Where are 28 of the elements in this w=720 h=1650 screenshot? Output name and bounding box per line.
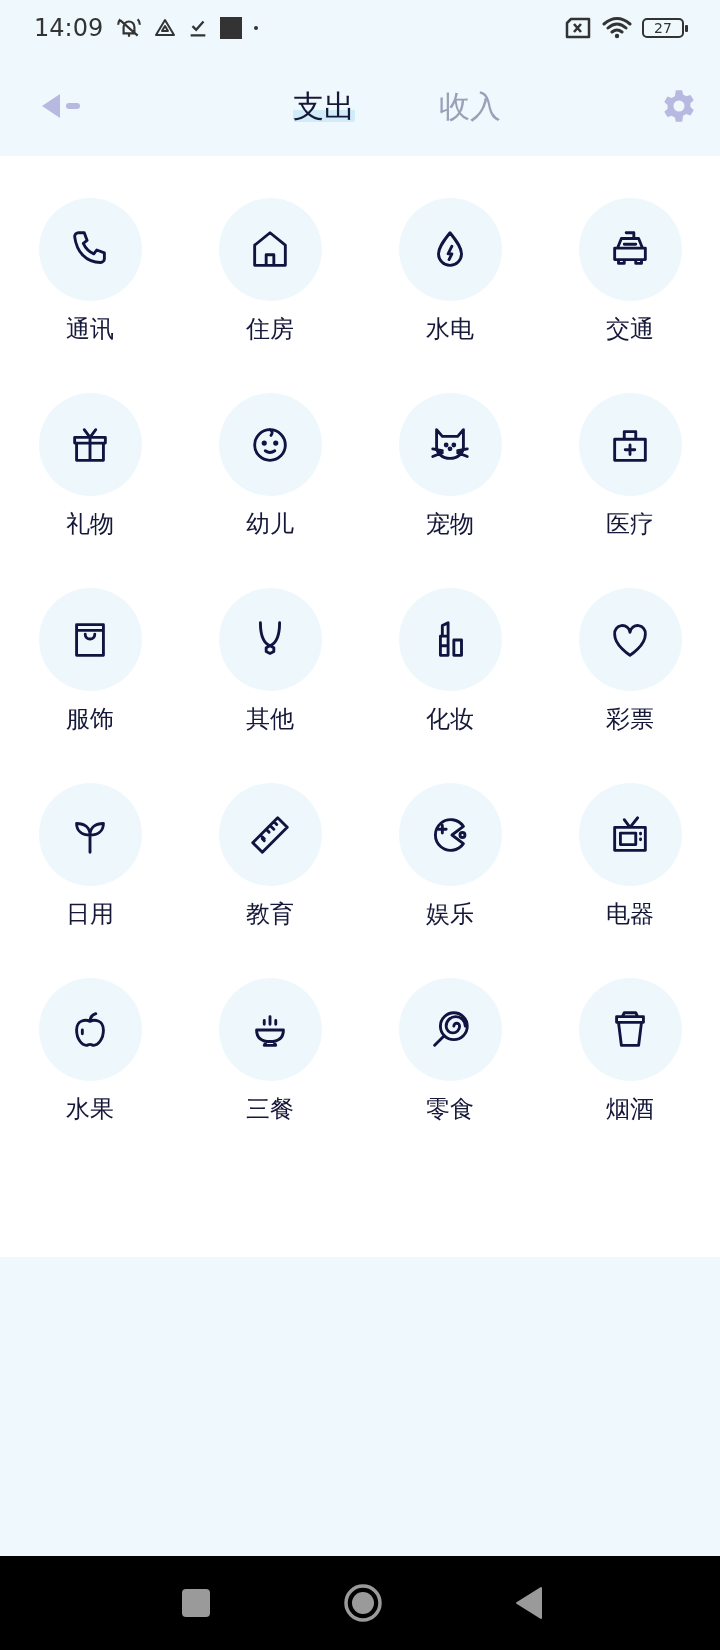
category-label: 日用: [66, 899, 114, 929]
category-label: 医疗: [606, 509, 654, 539]
category-label: 烟酒: [606, 1094, 654, 1124]
category-label: 彩票: [606, 704, 654, 734]
category-label: 化妆: [426, 704, 474, 734]
category-label: 教育: [246, 899, 294, 929]
category-label: 三餐: [246, 1094, 294, 1124]
category-label: 娱乐: [426, 899, 474, 929]
clock-time: 14:09: [34, 13, 104, 42]
category-label: 交通: [606, 314, 654, 344]
category-label: 礼物: [66, 509, 114, 539]
category-label: 宠物: [426, 509, 474, 539]
category-label: 幼儿: [246, 509, 294, 539]
recent-apps-icon[interactable]: [180, 1588, 211, 1618]
category-label: 水电: [426, 314, 474, 344]
dot-icon: [253, 24, 260, 31]
back-icon[interactable]: [514, 1586, 543, 1620]
category-label: 服饰: [66, 704, 114, 734]
square-icon: [219, 15, 244, 40]
category-label: 住房: [246, 314, 294, 344]
wifi-icon: [602, 15, 632, 40]
category-label: 零食: [426, 1094, 474, 1124]
sim-error-icon: [564, 16, 592, 39]
category-label: 电器: [606, 899, 654, 929]
category-label: 通讯: [66, 314, 114, 344]
home-icon[interactable]: [342, 1583, 383, 1623]
category-label: 水果: [66, 1094, 114, 1124]
category-label: 其他: [246, 704, 294, 734]
